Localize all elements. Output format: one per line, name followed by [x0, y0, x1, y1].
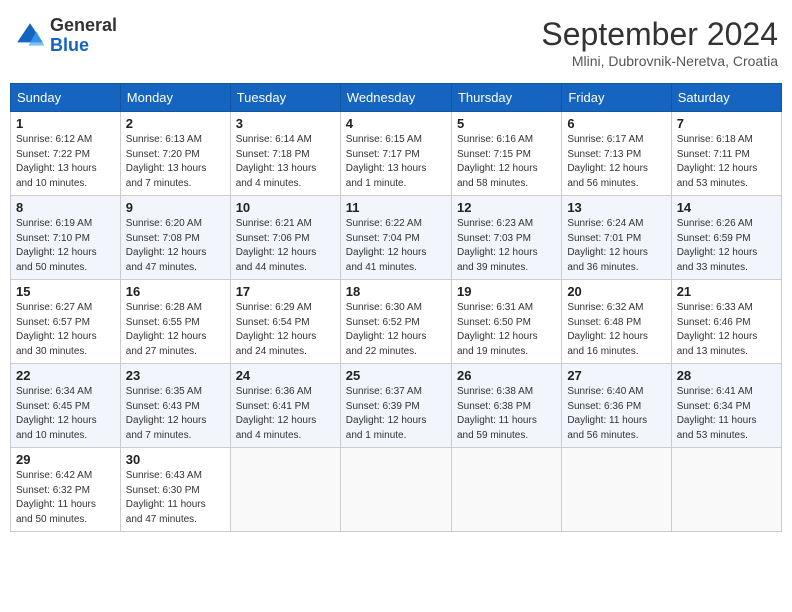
- logo-text: General Blue: [50, 16, 117, 56]
- empty-day: [562, 448, 671, 532]
- day-11: 11Sunrise: 6:22 AMSunset: 7:04 PMDayligh…: [340, 196, 451, 280]
- day-16: 16Sunrise: 6:28 AMSunset: 6:55 PMDayligh…: [120, 280, 230, 364]
- week-row-1: 1Sunrise: 6:12 AMSunset: 7:22 PMDaylight…: [11, 112, 782, 196]
- day-12: 12Sunrise: 6:23 AMSunset: 7:03 PMDayligh…: [451, 196, 561, 280]
- day-23: 23Sunrise: 6:35 AMSunset: 6:43 PMDayligh…: [120, 364, 230, 448]
- week-row-4: 22Sunrise: 6:34 AMSunset: 6:45 PMDayligh…: [11, 364, 782, 448]
- logo: General Blue: [14, 16, 117, 56]
- day-24: 24Sunrise: 6:36 AMSunset: 6:41 PMDayligh…: [230, 364, 340, 448]
- day-26: 26Sunrise: 6:38 AMSunset: 6:38 PMDayligh…: [451, 364, 561, 448]
- weekday-header-row: Sunday Monday Tuesday Wednesday Thursday…: [11, 84, 782, 112]
- day-18: 18Sunrise: 6:30 AMSunset: 6:52 PMDayligh…: [340, 280, 451, 364]
- day-2: 2Sunrise: 6:13 AMSunset: 7:20 PMDaylight…: [120, 112, 230, 196]
- day-10: 10Sunrise: 6:21 AMSunset: 7:06 PMDayligh…: [230, 196, 340, 280]
- week-row-5: 29Sunrise: 6:42 AMSunset: 6:32 PMDayligh…: [11, 448, 782, 532]
- day-20: 20Sunrise: 6:32 AMSunset: 6:48 PMDayligh…: [562, 280, 671, 364]
- day-28: 28Sunrise: 6:41 AMSunset: 6:34 PMDayligh…: [671, 364, 781, 448]
- title-block: September 2024 Mlini, Dubrovnik-Neretva,…: [541, 16, 778, 69]
- header-friday: Friday: [562, 84, 671, 112]
- day-27: 27Sunrise: 6:40 AMSunset: 6:36 PMDayligh…: [562, 364, 671, 448]
- day-22: 22Sunrise: 6:34 AMSunset: 6:45 PMDayligh…: [11, 364, 121, 448]
- day-15: 15Sunrise: 6:27 AMSunset: 6:57 PMDayligh…: [11, 280, 121, 364]
- day-14: 14Sunrise: 6:26 AMSunset: 6:59 PMDayligh…: [671, 196, 781, 280]
- day-19: 19Sunrise: 6:31 AMSunset: 6:50 PMDayligh…: [451, 280, 561, 364]
- month-title: September 2024: [541, 16, 778, 53]
- header-saturday: Saturday: [671, 84, 781, 112]
- day-29: 29Sunrise: 6:42 AMSunset: 6:32 PMDayligh…: [11, 448, 121, 532]
- week-row-2: 8Sunrise: 6:19 AMSunset: 7:10 PMDaylight…: [11, 196, 782, 280]
- day-7: 7Sunrise: 6:18 AMSunset: 7:11 PMDaylight…: [671, 112, 781, 196]
- day-6: 6Sunrise: 6:17 AMSunset: 7:13 PMDaylight…: [562, 112, 671, 196]
- empty-day: [340, 448, 451, 532]
- day-17: 17Sunrise: 6:29 AMSunset: 6:54 PMDayligh…: [230, 280, 340, 364]
- day-21: 21Sunrise: 6:33 AMSunset: 6:46 PMDayligh…: [671, 280, 781, 364]
- day-13: 13Sunrise: 6:24 AMSunset: 7:01 PMDayligh…: [562, 196, 671, 280]
- header-tuesday: Tuesday: [230, 84, 340, 112]
- empty-day: [451, 448, 561, 532]
- empty-day: [230, 448, 340, 532]
- logo-icon: [14, 20, 46, 52]
- day-30: 30Sunrise: 6:43 AMSunset: 6:30 PMDayligh…: [120, 448, 230, 532]
- page-header: General Blue September 2024 Mlini, Dubro…: [10, 10, 782, 75]
- calendar-table: Sunday Monday Tuesday Wednesday Thursday…: [10, 83, 782, 532]
- week-row-3: 15Sunrise: 6:27 AMSunset: 6:57 PMDayligh…: [11, 280, 782, 364]
- day-3: 3Sunrise: 6:14 AMSunset: 7:18 PMDaylight…: [230, 112, 340, 196]
- day-5: 5Sunrise: 6:16 AMSunset: 7:15 PMDaylight…: [451, 112, 561, 196]
- header-monday: Monday: [120, 84, 230, 112]
- day-25: 25Sunrise: 6:37 AMSunset: 6:39 PMDayligh…: [340, 364, 451, 448]
- empty-day: [671, 448, 781, 532]
- day-9: 9Sunrise: 6:20 AMSunset: 7:08 PMDaylight…: [120, 196, 230, 280]
- header-wednesday: Wednesday: [340, 84, 451, 112]
- day-1: 1Sunrise: 6:12 AMSunset: 7:22 PMDaylight…: [11, 112, 121, 196]
- day-4: 4Sunrise: 6:15 AMSunset: 7:17 PMDaylight…: [340, 112, 451, 196]
- header-sunday: Sunday: [11, 84, 121, 112]
- location: Mlini, Dubrovnik-Neretva, Croatia: [541, 53, 778, 69]
- header-thursday: Thursday: [451, 84, 561, 112]
- day-8: 8Sunrise: 6:19 AMSunset: 7:10 PMDaylight…: [11, 196, 121, 280]
